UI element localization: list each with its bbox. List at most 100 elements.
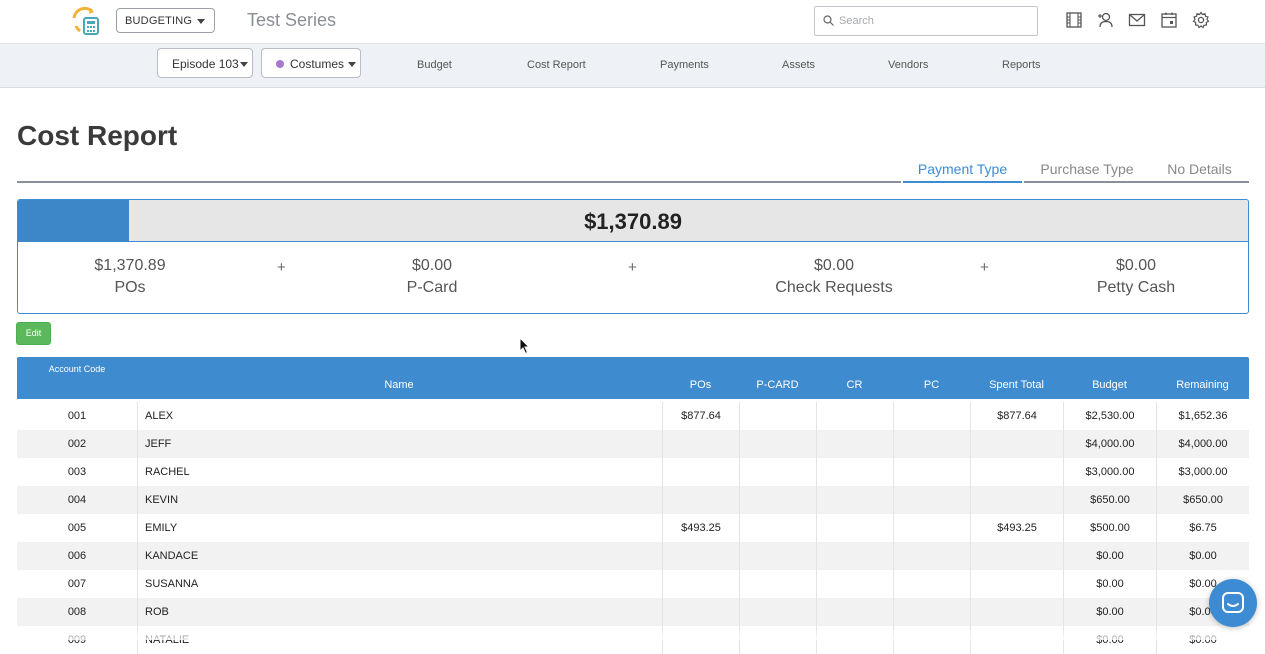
column-pos[interactable]: POs <box>662 379 739 391</box>
cell-pc <box>893 514 970 542</box>
cell-name: KEVIN <box>137 486 662 514</box>
cell-pc <box>893 486 970 514</box>
nav-vendors[interactable]: Vendors <box>888 59 928 71</box>
cell-pcard <box>739 598 816 626</box>
cell-budget: $3,000.00 <box>1063 458 1156 486</box>
nav-payments[interactable]: Payments <box>660 59 709 71</box>
summary-pcard-amount: $0.00 <box>411 257 453 274</box>
nav-reports[interactable]: Reports <box>1002 59 1041 71</box>
chevron-down-icon <box>348 62 356 67</box>
gear-icon[interactable] <box>1192 11 1210 29</box>
cell-budget: $0.00 <box>1063 570 1156 598</box>
column-budget[interactable]: Budget <box>1063 379 1156 391</box>
tab-payment-type[interactable]: Payment Type <box>903 161 1022 183</box>
column-remaining[interactable]: Remaining <box>1156 379 1249 391</box>
nav-cost-report[interactable]: Cost Report <box>527 59 586 71</box>
cell-spent <box>970 626 1063 654</box>
cell-remaining: $3,000.00 <box>1156 458 1249 486</box>
plus-sign: + <box>980 259 989 276</box>
episode-select[interactable]: Episode 103 <box>157 48 253 78</box>
nav-budget[interactable]: Budget <box>417 59 452 71</box>
nav-assets[interactable]: Assets <box>782 59 815 71</box>
cell-pc <box>893 542 970 570</box>
summary-check-requests-amount: $0.00 <box>813 257 855 274</box>
cell-cr <box>816 570 893 598</box>
cell-pc <box>893 402 970 430</box>
cell-budget: $500.00 <box>1063 514 1156 542</box>
table-row[interactable]: 001 ALEX $877.64 $877.64 $2,530.00 $1,652.36 <box>17 402 1249 430</box>
cell-remaining: $0.00 <box>1156 542 1249 570</box>
cell-pcard <box>739 626 816 654</box>
cell-code: 009 <box>67 634 87 646</box>
table-row[interactable]: 008 ROB $0.00 $0.00 <box>17 598 1249 626</box>
search-icon <box>823 15 834 26</box>
film-icon[interactable] <box>1065 11 1083 29</box>
summary-check-requests-label: Check Requests <box>775 279 893 296</box>
cell-spent <box>970 570 1063 598</box>
table-header: Account Code Name POs P-CARD CR PC Spent… <box>17 357 1249 399</box>
plus-sign: + <box>277 259 286 276</box>
chevron-down-icon <box>197 19 205 24</box>
cell-spent <box>970 542 1063 570</box>
cell-pc <box>893 598 970 626</box>
mail-icon[interactable] <box>1128 11 1146 29</box>
search-box[interactable] <box>814 6 1038 36</box>
add-user-icon[interactable] <box>1097 11 1115 29</box>
column-name[interactable]: Name <box>137 379 661 391</box>
cell-pc <box>893 626 970 654</box>
summary-pos-label: POs <box>114 279 146 296</box>
cell-pos <box>662 542 739 570</box>
cell-pos <box>662 570 739 598</box>
table-row[interactable]: 005 EMILY $493.25 $493.25 $500.00 $6.75 <box>17 514 1249 542</box>
chat-launcher-button[interactable] <box>1209 579 1257 627</box>
table-row[interactable]: 002 JEFF $4,000.00 $4,000.00 <box>17 430 1249 458</box>
cell-pcard <box>739 514 816 542</box>
column-account-code[interactable]: Account Code <box>27 364 127 374</box>
column-spent-total[interactable]: Spent Total <box>970 379 1063 391</box>
column-cr[interactable]: CR <box>816 379 893 391</box>
cell-remaining: $4,000.00 <box>1156 430 1249 458</box>
cell-budget: $0.00 <box>1063 626 1156 654</box>
tab-purchase-type[interactable]: Purchase Type <box>1024 161 1150 183</box>
department-label: Costumes <box>290 57 345 71</box>
table-row[interactable]: 009 NATALIE $0.00 $0.00 <box>17 626 1249 654</box>
cell-pcard <box>739 430 816 458</box>
tab-no-details[interactable]: No Details <box>1150 161 1249 183</box>
table-row[interactable]: 003 RACHEL $3,000.00 $3,000.00 <box>17 458 1249 486</box>
cell-cr <box>816 542 893 570</box>
department-select[interactable]: Costumes <box>261 48 361 78</box>
cell-name: EMILY <box>137 514 662 542</box>
mode-select[interactable]: BUDGETING <box>116 8 215 33</box>
cell-code: 002 <box>67 438 87 450</box>
edit-button[interactable]: Edit <box>16 322 51 345</box>
cell-code: 006 <box>67 550 87 562</box>
cell-cr <box>816 458 893 486</box>
cell-budget: $4,000.00 <box>1063 430 1156 458</box>
cell-spent <box>970 598 1063 626</box>
cell-cr <box>816 402 893 430</box>
column-pcard[interactable]: P-CARD <box>739 379 816 391</box>
cell-pos <box>662 458 739 486</box>
episode-label: Episode 103 <box>172 57 239 71</box>
cell-name: KANDACE <box>137 542 662 570</box>
summary-pcard-label: P-Card <box>406 279 458 296</box>
mouse-cursor-icon <box>519 337 531 355</box>
cell-code: 007 <box>67 578 87 590</box>
cell-budget: $2,530.00 <box>1063 402 1156 430</box>
summary-petty-cash-label: Petty Cash <box>1096 279 1176 296</box>
cell-spent <box>970 458 1063 486</box>
column-pc[interactable]: PC <box>893 379 970 391</box>
search-input[interactable] <box>839 13 1029 29</box>
app-logo-icon[interactable] <box>70 6 102 36</box>
table-row[interactable]: 004 KEVIN $650.00 $650.00 <box>17 486 1249 514</box>
cell-code: 008 <box>67 606 87 618</box>
table-row[interactable]: 006 KANDACE $0.00 $0.00 <box>17 542 1249 570</box>
cell-budget: $0.00 <box>1063 542 1156 570</box>
series-title: Test Series <box>247 10 337 30</box>
cell-cr <box>816 486 893 514</box>
cell-spent <box>970 430 1063 458</box>
page-title: Cost Report <box>17 120 178 151</box>
calendar-icon[interactable] <box>1160 11 1178 29</box>
table-row[interactable]: 007 SUSANNA $0.00 $0.00 <box>17 570 1249 598</box>
cell-pos <box>662 598 739 626</box>
